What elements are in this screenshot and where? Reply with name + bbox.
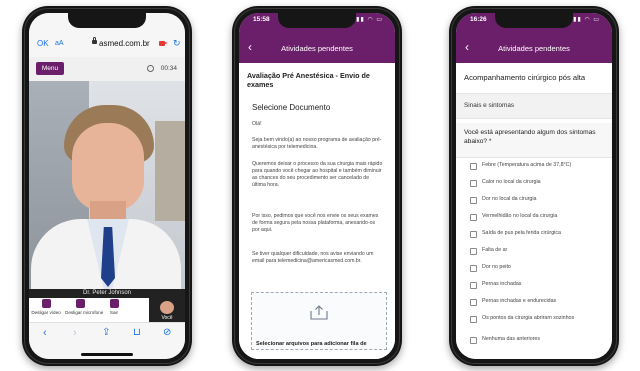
checkbox[interactable] xyxy=(470,265,477,272)
self-avatar xyxy=(160,301,174,314)
toggle-video-button[interactable]: Desligar vídeo xyxy=(31,299,61,315)
notch xyxy=(495,13,573,28)
symptom-option[interactable]: Pernas inchadas e endurecidas xyxy=(470,297,606,309)
home-indicator xyxy=(81,353,133,356)
lock-icon xyxy=(92,37,97,44)
camera-recording-icon xyxy=(159,41,168,46)
symptom-option[interactable]: Falta de ar xyxy=(470,246,606,258)
clock-icon xyxy=(147,65,154,72)
checkbox[interactable] xyxy=(470,316,477,323)
address-bar[interactable]: asmed.com.br xyxy=(99,39,150,48)
section-label: Sinais e sintomas xyxy=(464,102,515,109)
phone-screen: 15:58 ▮▮ ◠ ▭ ‹ Atividades pendentes Aval… xyxy=(239,13,395,359)
symptom-option[interactable]: Nenhuma das anteriores xyxy=(470,335,606,347)
option-label: Febre (Temperatura acima de 37,8°C) xyxy=(482,162,572,168)
notch xyxy=(278,13,356,28)
phone-screen: 16:26 ▮▮ ◠ ▭ ‹ Atividades pendentes Acom… xyxy=(456,13,612,359)
symptom-option[interactable]: Dor no peito xyxy=(470,263,606,275)
toggle-video-label: Desligar vídeo xyxy=(31,310,61,315)
done-button[interactable]: OK xyxy=(37,39,49,48)
greeting-text: Olá! xyxy=(252,121,262,127)
nav-title: Atividades pendentes xyxy=(281,44,353,53)
option-label: Dor no local da cirurgia xyxy=(482,196,537,202)
text-size-button[interactable]: aA xyxy=(55,40,64,47)
toggle-mic-label: Desligar microfone xyxy=(65,310,104,315)
leave-call-label: Sair xyxy=(109,310,119,315)
status-time: 16:26 xyxy=(470,16,487,23)
status-time: 15:58 xyxy=(253,16,270,23)
symptom-option[interactable]: Saída de pus pela ferida cirúrgica xyxy=(470,229,606,241)
self-label: Você xyxy=(161,315,173,321)
share-icon[interactable]: ⇪ xyxy=(102,327,110,338)
file-upload-dropzone[interactable]: Selecionar arquivos para adicionar fila … xyxy=(251,292,387,350)
option-label: Pernas inchadas xyxy=(482,281,522,287)
form-content: Acompanhamento cirúrgico pós alta Sinais… xyxy=(456,63,612,359)
exit-icon xyxy=(109,299,119,308)
symptom-option[interactable]: Pernas inchadas xyxy=(470,280,606,292)
participant-name: Dr. Peter Johnson xyxy=(29,289,185,298)
symptom-option[interactable]: Febre (Temperatura acima de 37,8°C) xyxy=(470,161,606,173)
notch xyxy=(68,13,146,28)
phone-screen: OK aA asmed.com.br ↻ Menu 00:34 Dr. Pete… xyxy=(29,13,185,359)
compass-icon[interactable]: ⊘ xyxy=(163,327,171,338)
option-label: Vermelhidão no local da cirurgia xyxy=(482,213,558,219)
phone-video-call: OK aA asmed.com.br ↻ Menu 00:34 Dr. Pete… xyxy=(22,6,192,366)
request-text: Por isso, pedimos que você nos envie os … xyxy=(252,213,379,233)
doctor-face xyxy=(72,123,144,211)
checkbox[interactable] xyxy=(470,282,477,289)
toggle-mic-button[interactable]: Desligar microfone xyxy=(65,299,104,315)
leave-call-button[interactable]: Sair xyxy=(99,299,129,315)
status-icons: ▮▮ ◠ ▭ xyxy=(356,17,383,23)
option-label: Dor no peito xyxy=(482,264,511,270)
symptom-option[interactable]: Vermelhidão no local da cirurgia xyxy=(470,212,606,224)
checkbox[interactable] xyxy=(470,299,477,306)
reload-icon[interactable]: ↻ xyxy=(173,38,181,49)
contact-text: Se tiver qualquer dificuldade, nos avise… xyxy=(252,251,374,264)
upload-icon xyxy=(310,305,328,320)
call-timer: 00:34 xyxy=(160,65,177,72)
video-background-shelf xyxy=(155,121,185,221)
symptom-option[interactable]: Dor no local da cirurgia xyxy=(470,195,606,207)
status-icons: ▮▮ ◠ ▭ xyxy=(573,17,600,23)
checkbox[interactable] xyxy=(470,214,477,221)
option-label: Saída de pus pela ferida cirúrgica xyxy=(482,230,561,236)
option-label: Falta de ar xyxy=(482,247,508,253)
checkbox[interactable] xyxy=(470,197,477,204)
upload-label: Selecionar arquivos para adicionar fila … xyxy=(256,341,367,347)
remote-video xyxy=(29,81,185,289)
form-heading: Avaliação Pré Anestésica - Envio de exam… xyxy=(247,71,370,89)
nav-title: Atividades pendentes xyxy=(498,44,570,53)
section-header[interactable]: Sinais e sintomas xyxy=(456,93,612,119)
bookmarks-icon[interactable]: ⊔ xyxy=(133,327,141,338)
video-icon xyxy=(41,299,51,308)
checkbox[interactable] xyxy=(470,337,477,344)
form-content: Avaliação Pré Anestésica - Envio de exam… xyxy=(239,63,395,359)
checkbox[interactable] xyxy=(470,231,477,238)
back-icon[interactable]: ‹ xyxy=(43,327,47,339)
checkbox[interactable] xyxy=(470,248,477,255)
option-label: Pernas inchadas e endurecidas xyxy=(482,298,557,304)
question-text: Você está apresentando algum dos sintoma… xyxy=(464,129,596,145)
forward-icon[interactable]: › xyxy=(73,327,77,339)
process-text: Queremos deixar o processo da sua cirurg… xyxy=(252,161,383,188)
phone-exam-upload: 15:58 ▮▮ ◠ ▭ ‹ Atividades pendentes Aval… xyxy=(232,6,402,366)
question-box: Você está apresentando algum dos sintoma… xyxy=(456,123,612,158)
option-label: Calor no local da cirurgia xyxy=(482,179,541,185)
checkbox[interactable] xyxy=(470,163,477,170)
section-heading: Selecione Documento xyxy=(252,103,331,112)
form-title: Acompanhamento cirúrgico pós alta xyxy=(464,73,586,82)
phone-followup: 16:26 ▮▮ ◠ ▭ ‹ Atividades pendentes Acom… xyxy=(449,6,619,366)
symptom-option[interactable]: Calor no local da cirurgia xyxy=(470,178,606,190)
microphone-icon xyxy=(75,299,85,308)
option-label: Nenhuma das anteriores xyxy=(482,336,541,342)
option-label: Os pontos da cirurgia abriram sozinhos xyxy=(482,315,575,321)
checkbox[interactable] xyxy=(470,180,477,187)
self-view[interactable]: Você xyxy=(149,298,185,322)
symptom-option[interactable]: Os pontos da cirurgia abriram sozinhos xyxy=(470,314,606,330)
intro-text: Seja bem vindo(a) ao nosso programa de a… xyxy=(252,137,382,150)
menu-button[interactable]: Menu xyxy=(36,62,64,75)
